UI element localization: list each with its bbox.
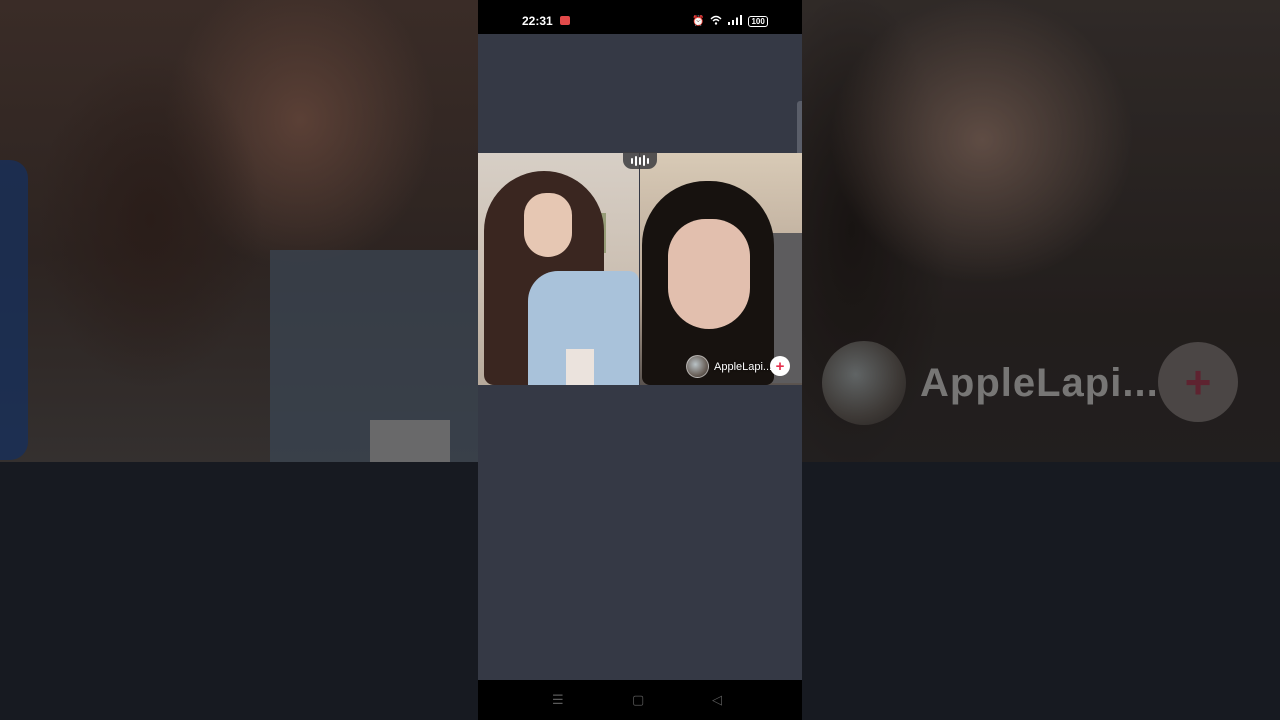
zoomed-user-name: AppleLapi... (920, 360, 1159, 405)
blurred-bottom-right (802, 462, 1280, 720)
guest-user-chip[interactable]: AppleLapi... + (686, 355, 790, 378)
zoomed-plus-icon: + (1158, 342, 1238, 422)
plus-icon: + (775, 357, 785, 375)
battery-icon: 100 (748, 16, 768, 27)
guest-avatar[interactable] (686, 355, 709, 378)
background-blur-right: AppleLapi... + (802, 0, 1280, 720)
blurred-bottom-left (0, 462, 478, 720)
home-icon[interactable]: ▢ (632, 692, 644, 708)
status-icons: ⏰ 100 (692, 15, 768, 28)
guest-username[interactable]: AppleLapi... (714, 361, 772, 373)
video-person-top (566, 349, 594, 385)
status-bar: 22:31 ⏰ 100 (478, 0, 802, 34)
system-navigation-bar: ☰ ▢ ◁ (478, 680, 802, 720)
menu-icon[interactable]: ☰ (552, 692, 564, 708)
wifi-icon (710, 15, 722, 28)
back-icon[interactable]: ◁ (712, 692, 722, 708)
video-person-face (668, 219, 750, 329)
follow-plus-button[interactable]: + (770, 356, 790, 376)
video-call-area: AppleLapi... + (478, 152, 802, 385)
status-time: 22:31 (522, 14, 553, 28)
zoomed-avatar (822, 341, 906, 425)
audio-waves-icon[interactable] (623, 152, 657, 169)
video-person-face (524, 193, 572, 257)
alarm-icon: ⏰ (692, 16, 705, 27)
blurred-video-right: AppleLapi... + (802, 0, 1280, 462)
blurred-video-left (0, 0, 478, 462)
app-notification-icon (560, 16, 570, 25)
guest-video-tile[interactable] (640, 153, 802, 385)
blurred-shape (370, 420, 450, 462)
zoomed-user-chip: AppleLapi... (822, 340, 1159, 426)
host-video-tile[interactable] (478, 153, 639, 385)
phone-screen: 22:31 ⏰ 100 AppleLapi... + ☰ ▢ ◁ (478, 0, 802, 720)
signal-icon (728, 15, 743, 28)
blurred-shape (0, 160, 28, 460)
background-blur-left (0, 0, 478, 720)
